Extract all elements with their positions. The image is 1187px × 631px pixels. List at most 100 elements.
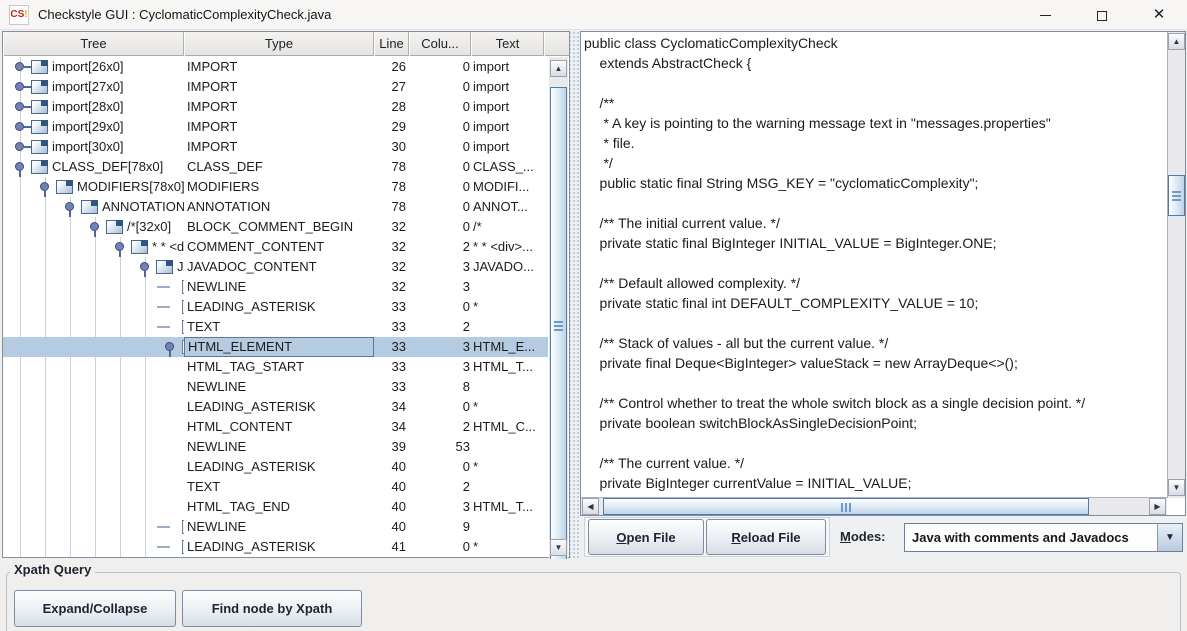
tree-guide-line: [120, 277, 121, 297]
tree-guide-line: [95, 457, 96, 477]
tree-expand-handle[interactable]: [65, 202, 74, 211]
find-node-by-xpath-button[interactable]: Find node by Xpath: [182, 590, 362, 627]
tree-guide-line: [70, 517, 71, 537]
tree-guide-line: [20, 177, 21, 197]
tree-guide-line: [20, 297, 21, 317]
source-code-text[interactable]: public class CyclomaticComplexityCheck e…: [584, 33, 1085, 493]
ast-tree-table: Tree Type Line Colu... Text import[26x0]…: [2, 31, 570, 558]
tree-expand-handle[interactable]: [15, 102, 24, 111]
type-cell: BLOCK_COMMENT_BEGIN: [184, 217, 374, 237]
minimize-button[interactable]: [1022, 0, 1068, 30]
table-row[interactable]: LEADING_ASTERISK410*: [3, 537, 548, 557]
table-row[interactable]: TEXT402: [3, 477, 548, 497]
scroll-right-icon[interactable]: ▶: [1149, 498, 1166, 515]
tree-expand-handle[interactable]: [165, 342, 174, 351]
scroll-up-icon[interactable]: ▲: [550, 60, 567, 77]
text-cell: import: [471, 77, 548, 97]
table-row[interactable]: NEWLINE338: [3, 377, 548, 397]
tree-scrollbar-thumb[interactable]: [550, 87, 567, 564]
table-row[interactable]: NEWLINE409: [3, 517, 548, 537]
chevron-down-icon[interactable]: ▼: [1157, 524, 1182, 551]
tree-guide-line: [45, 197, 46, 217]
table-row[interactable]: HTML_TAG_START333HTML_T...: [3, 357, 548, 377]
tree-guide-line: [145, 437, 146, 457]
table-row[interactable]: * * <div>...COMMENT_CONTENT322* * <div>.…: [3, 237, 548, 257]
close-button[interactable]: ✕: [1136, 0, 1182, 30]
mode-combobox[interactable]: Java with comments and Javadocs ▼: [904, 523, 1183, 552]
type-cell: IMPORT: [184, 117, 374, 137]
table-row[interactable]: LEADING_ASTERISK330*: [3, 297, 548, 317]
table-row[interactable]: LEADING_ASTERISK340*: [3, 397, 548, 417]
code-hscrollbar-thumb[interactable]: [603, 498, 1089, 515]
split-pane-divider[interactable]: [570, 30, 580, 559]
line-cell: 78: [374, 177, 409, 197]
table-row[interactable]: LEADING_ASTERISK400*: [3, 457, 548, 477]
tree-expand-handle[interactable]: [140, 262, 149, 271]
scroll-up-icon[interactable]: ▲: [1168, 33, 1185, 50]
reload-file-button[interactable]: Reload File: [706, 519, 826, 555]
table-row[interactable]: TEXT332: [3, 317, 548, 337]
table-row[interactable]: import[26x0]IMPORT260import: [3, 57, 548, 77]
line-cell: 33: [374, 337, 409, 357]
scroll-left-icon[interactable]: ◀: [582, 498, 599, 515]
maximize-button[interactable]: [1079, 0, 1125, 30]
table-row[interactable]: import[28x0]IMPORT280import: [3, 97, 548, 117]
table-row[interactable]: JAVADOC_CONTENTJAVADOC_CONTENT323JAVADO.…: [3, 257, 548, 277]
tree-guide-line: [70, 397, 71, 417]
tree-node-label: MODIFIERS[78x0]: [77, 177, 184, 197]
table-row[interactable]: ANNOTATION[78x0]ANNOTATION780ANNOT...: [3, 197, 548, 217]
column-cell: 0: [409, 457, 471, 477]
line-cell: 32: [374, 257, 409, 277]
table-row[interactable]: /*[32x0]BLOCK_COMMENT_BEGIN320/*: [3, 217, 548, 237]
table-row[interactable]: import[29x0]IMPORT290import: [3, 117, 548, 137]
column-cell: 0: [409, 397, 471, 417]
table-row[interactable]: MODIFIERS[78x0]MODIFIERS780MODIFI...: [3, 177, 548, 197]
table-row[interactable]: import[27x0]IMPORT270import: [3, 77, 548, 97]
tree-expand-handle[interactable]: [15, 162, 24, 171]
tree-expand-handle[interactable]: [15, 82, 24, 91]
type-cell: TEXT: [184, 477, 374, 497]
source-code-panel[interactable]: public class CyclomaticComplexityCheck e…: [580, 31, 1186, 516]
tree-guide-line: [70, 537, 71, 557]
tree-expand-handle[interactable]: [15, 122, 24, 131]
table-row[interactable]: NEWLINE3953: [3, 437, 548, 457]
tree-node-label: CLASS_DEF[78x0]: [52, 157, 163, 177]
line-cell: 28: [374, 97, 409, 117]
table-row[interactable]: HTML_ELEMENT333HTML_E...: [3, 337, 548, 357]
column-header-columns[interactable]: Colu...: [409, 32, 471, 56]
line-cell: 33: [374, 297, 409, 317]
tree-vertical-scrollbar[interactable]: ▲ ▼: [549, 57, 568, 558]
open-file-button[interactable]: Open File: [588, 519, 704, 555]
table-row[interactable]: import[30x0]IMPORT300import: [3, 137, 548, 157]
tree-expand-handle[interactable]: [15, 142, 24, 151]
tree-cell: [3, 437, 184, 457]
scroll-down-icon[interactable]: ▼: [1168, 479, 1185, 496]
title-bar[interactable]: CS! Checkstyle GUI : CyclomaticComplexit…: [0, 0, 1187, 30]
expand-collapse-button[interactable]: Expand/Collapse: [14, 590, 176, 627]
column-header-type[interactable]: Type: [184, 32, 374, 56]
tree-guide-line: [45, 437, 46, 457]
tree-guide-line: [120, 517, 121, 537]
checkstyle-gui-window: CS! Checkstyle GUI : CyclomaticComplexit…: [0, 0, 1187, 631]
tree-guide-line: [20, 377, 21, 397]
tree-expand-handle[interactable]: [40, 182, 49, 191]
scroll-down-icon[interactable]: ▼: [550, 539, 567, 556]
table-row[interactable]: CLASS_DEF[78x0]CLASS_DEF780CLASS_...: [3, 157, 548, 177]
line-cell: 40: [374, 497, 409, 517]
tree-expand-handle[interactable]: [115, 242, 124, 251]
table-row[interactable]: HTML_CONTENT342HTML_C...: [3, 417, 548, 437]
column-header-tree[interactable]: Tree: [3, 32, 184, 56]
table-row[interactable]: HTML_TAG_END403HTML_T...: [3, 497, 548, 517]
line-cell: 34: [374, 417, 409, 437]
table-row[interactable]: NEWLINE323: [3, 277, 548, 297]
tree-guide-line: [20, 257, 21, 277]
code-vertical-scrollbar[interactable]: ▲ ▼: [1167, 32, 1185, 498]
type-cell: HTML_CONTENT: [184, 417, 374, 437]
text-cell: *: [471, 537, 548, 557]
column-header-text[interactable]: Text: [471, 32, 544, 56]
tree-expand-handle[interactable]: [90, 222, 99, 231]
column-header-line[interactable]: Line: [374, 32, 409, 56]
code-horizontal-scrollbar[interactable]: ◀ ▶: [581, 497, 1167, 515]
code-vscrollbar-thumb[interactable]: [1168, 175, 1185, 216]
tree-expand-handle[interactable]: [15, 62, 24, 71]
